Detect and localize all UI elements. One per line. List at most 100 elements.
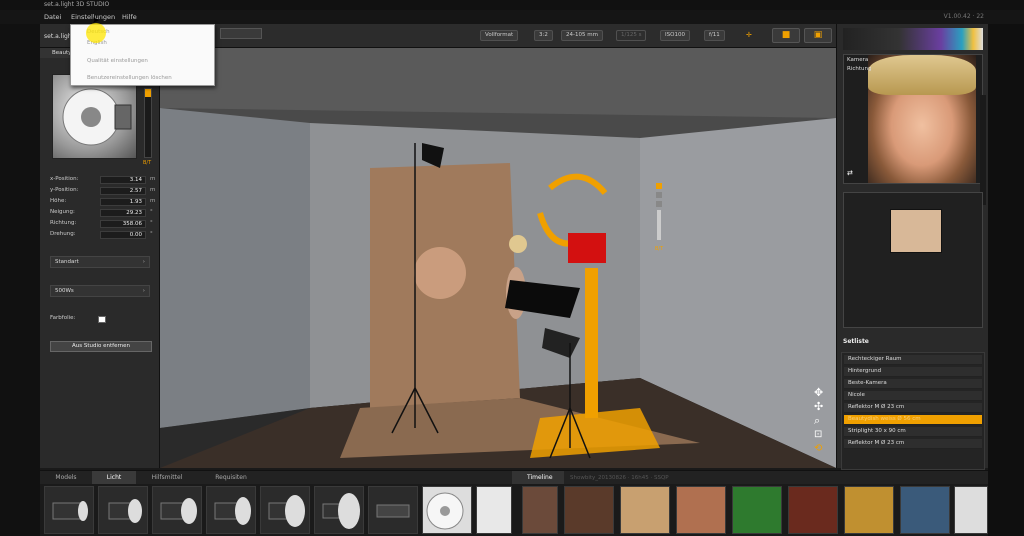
setlist-item[interactable]: Reflektor M Ø 23 cm [844, 403, 982, 413]
light-thumb[interactable] [314, 486, 364, 534]
timeline-info: Showbity_20130826 · 16h45 · SSQP [570, 475, 669, 481]
format-select[interactable]: Vollformat [480, 30, 519, 41]
height-input[interactable]: 1.93 [100, 198, 146, 206]
bottom-tab-bar: Models Licht Hilfsmittel Requisiten Time… [40, 470, 988, 485]
tab-models[interactable]: Models [40, 471, 92, 485]
setlist: Rechteckiger Raum Hintergrund Beste-Kame… [841, 352, 985, 470]
camera-zoom-slider[interactable] [980, 95, 986, 205]
setlist-item[interactable]: Reflektor M Ø 23 cm [844, 439, 982, 449]
right-panel: Kamera Richtung ⇄ Setliste Rechteckiger … [836, 24, 988, 470]
light-thumb[interactable] [44, 486, 94, 534]
light-thumb[interactable] [98, 486, 148, 534]
model-thumb[interactable] [788, 486, 838, 534]
camera-preview[interactable]: Kamera Richtung ⇄ [843, 54, 986, 205]
tab-licht[interactable]: Licht [92, 471, 136, 485]
setlist-header: Setliste [843, 338, 869, 345]
light-thumb[interactable] [206, 486, 256, 534]
studio-map[interactable] [843, 192, 983, 328]
modifier-preview [52, 74, 137, 159]
power-slider[interactable] [144, 88, 152, 158]
setlist-item[interactable]: Nicole [844, 391, 982, 401]
setlist-item-selected[interactable]: Beautydish weiss Ø 56 cm [844, 415, 982, 425]
properties-panel: Beauty B/T x-Position: 3.14 m y-Position… [40, 48, 160, 468]
light-thumb[interactable] [368, 486, 418, 534]
mouse-cursor-icon: ➤ [92, 16, 100, 26]
tab-timeline[interactable]: Timeline [512, 471, 564, 485]
x-position-input[interactable]: 3.14 [100, 176, 146, 184]
model-thumb[interactable] [844, 486, 894, 534]
camera-label: Kamera [847, 57, 869, 63]
model-thumb[interactable] [522, 486, 558, 534]
tab-hilfsmittel[interactable]: Hilfsmittel [136, 471, 198, 485]
remove-from-studio-button[interactable]: Aus Studio entfernen [50, 341, 152, 352]
slider-value: B/T [143, 160, 152, 166]
model-thumb[interactable] [900, 486, 950, 534]
light-thumb[interactable] [152, 486, 202, 534]
zoom-icon[interactable]: ⌕ [814, 414, 830, 428]
window-title: set.a.light 3D STUDIO [44, 1, 110, 8]
map-room [890, 209, 942, 253]
model-thumb[interactable] [620, 486, 670, 534]
multi-camera-button[interactable]: ▣ [804, 28, 832, 43]
studio-scene[interactable] [160, 48, 836, 468]
title-bar: set.a.light 3D STUDIO [0, 0, 1024, 10]
camera-icon: ■ [781, 30, 791, 40]
crosshair-icon[interactable]: ✛ [746, 31, 752, 39]
model-hair [868, 55, 976, 95]
reset-view-icon[interactable]: ⟲ [814, 442, 830, 456]
reflector-icon [62, 88, 132, 146]
model-thumb[interactable] [564, 486, 614, 534]
param-x: x-Position: 3.14 m [50, 176, 156, 184]
orbit-icon[interactable]: ✥ [814, 386, 830, 400]
navigation-controls: ✥ ✣ ⌕ ⊡ ⟲ [814, 386, 830, 466]
param-y: y-Position: 2.57 m [50, 187, 156, 195]
right-gutter [988, 24, 1024, 536]
dropdown-item-quality[interactable]: Qualität einstellungen [87, 58, 148, 64]
setlist-item[interactable]: Beste-Kamera [844, 379, 982, 389]
3d-viewport[interactable]: B/T ✥ ✣ ⌕ ⊡ ⟲ [160, 48, 836, 468]
version-label: V1.00.42 · 22 [943, 13, 984, 20]
ratio-select[interactable]: 3:2 [534, 30, 553, 41]
tab-requisiten[interactable]: Requisiten [198, 471, 264, 485]
left-gutter [0, 24, 40, 536]
model-thumb[interactable] [676, 486, 726, 534]
asset-thumbnails [40, 484, 988, 536]
tilt-input[interactable]: 29.23 [100, 209, 146, 217]
aperture-select[interactable]: f/11 [704, 30, 725, 41]
y-position-input[interactable]: 2.57 [100, 187, 146, 195]
background-thumb[interactable] [732, 486, 782, 534]
direction-input[interactable]: 358.06 [100, 220, 146, 228]
histogram [843, 28, 983, 50]
chevron-right-icon: › [142, 259, 145, 265]
camera-multi-icon: ▣ [813, 30, 823, 40]
swap-icon[interactable]: ⇄ [847, 169, 853, 177]
fit-view-icon[interactable]: ⊡ [814, 428, 830, 442]
param-tilt: Neigung: 29.23 ° [50, 209, 153, 217]
viewport-slider-label: B/T [655, 246, 664, 252]
chevron-right-icon: › [142, 288, 145, 294]
cursor-highlight [86, 23, 106, 43]
lens-select[interactable]: 24-105 mm [561, 30, 603, 41]
rotation-input[interactable]: 0.00 [100, 231, 146, 239]
menu-hilfe[interactable]: Hilfe [122, 13, 137, 21]
menu-bar: Datei Einstellungen Hilfe V1.00.42 · 22 [0, 10, 1024, 24]
setlist-item[interactable]: Hintergrund [844, 367, 982, 377]
colorfilter-label: Farbfolie: [50, 315, 76, 321]
iso-select[interactable]: ISO100 [660, 30, 690, 41]
modifier-select[interactable]: Standart › [50, 256, 150, 268]
colorfilter-checkbox[interactable] [98, 316, 106, 323]
pan-icon[interactable]: ✣ [814, 400, 830, 414]
setlist-item[interactable]: Rechteckiger Raum [844, 355, 982, 365]
light-thumb[interactable] [260, 486, 310, 534]
light-power-slider[interactable] [656, 183, 664, 253]
view-slider[interactable] [220, 28, 262, 39]
softbox-thumb[interactable] [476, 486, 512, 534]
beautydish-thumb[interactable] [422, 486, 472, 534]
power-select[interactable]: 500Ws › [50, 285, 150, 297]
dropdown-item-reset-settings[interactable]: Benutzereinstellungen löschen [87, 75, 172, 81]
setlist-item[interactable]: Striplight 30 x 90 cm [844, 427, 982, 437]
shutter-select[interactable]: 1/125 s [616, 30, 647, 41]
prop-thumb[interactable] [954, 486, 988, 534]
menu-datei[interactable]: Datei [44, 13, 61, 21]
camera-button[interactable]: ■ [772, 28, 800, 43]
